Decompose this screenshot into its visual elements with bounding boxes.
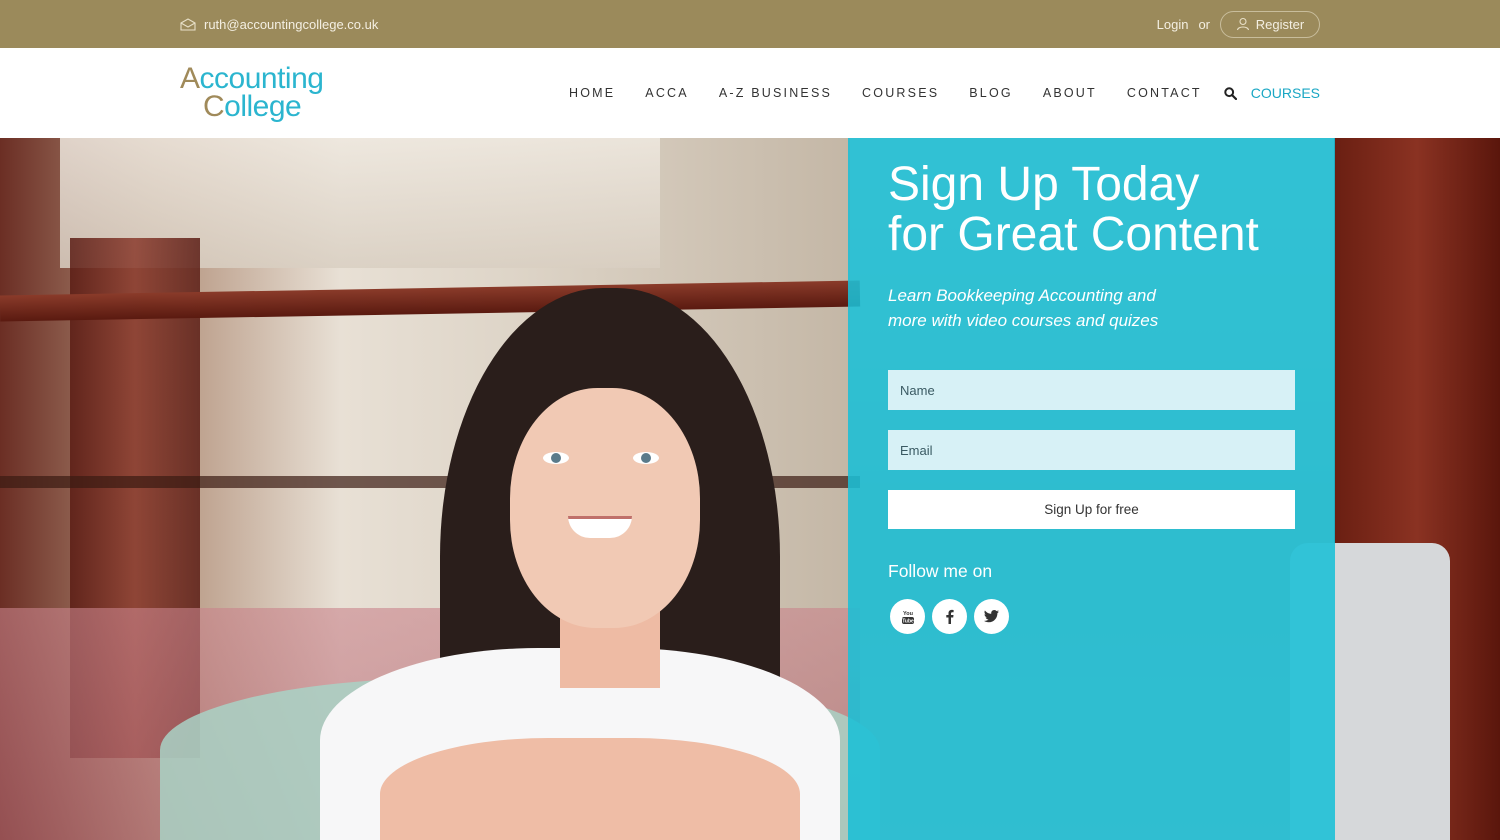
register-label: Register (1255, 16, 1305, 32)
nav-a-z-business[interactable]: A-Z BUSINESS (719, 86, 832, 100)
youtube-icon: You Tube (901, 611, 914, 624)
or-text: or (1198, 16, 1210, 32)
email-text: ruth@accountingcollege.co.uk (204, 16, 379, 32)
signup-title: Sign Up Today for Great Content (888, 158, 1259, 261)
nav-contact[interactable]: CONTACT (1127, 86, 1202, 100)
nav-acca[interactable]: ACCA (645, 86, 689, 100)
name-input[interactable] (888, 370, 1295, 410)
search-icon (1224, 86, 1237, 100)
nav-courses[interactable]: COURSES (862, 86, 939, 100)
svg-text:Tube: Tube (902, 618, 914, 624)
register-button[interactable]: Register (1220, 10, 1320, 38)
social-links: You Tube (890, 599, 1016, 634)
twitter-link[interactable] (974, 599, 1009, 634)
search-button[interactable] (1224, 86, 1237, 100)
nav-blog[interactable]: BLOG (969, 86, 1013, 100)
site-logo[interactable]: Accounting College (180, 62, 340, 128)
top-bar: ruth@accountingcollege.co.uk Login or Re… (0, 0, 1500, 48)
contact-email[interactable]: ruth@accountingcollege.co.uk (180, 0, 378, 48)
facebook-link[interactable] (932, 599, 967, 634)
user-icon (1236, 17, 1249, 31)
logo-line2: College (203, 90, 302, 123)
envelope-icon (180, 17, 196, 31)
follow-heading: Follow me on (888, 561, 993, 581)
login-link[interactable]: Login (1157, 17, 1189, 32)
logo-line2-text: ollege (224, 90, 302, 123)
email-input[interactable] (888, 430, 1295, 470)
signup-button[interactable]: Sign Up for free (888, 490, 1295, 529)
facebook-icon (946, 609, 954, 624)
signup-subtitle: Learn Bookkeeping Accounting and more wi… (888, 286, 1159, 330)
nav-home[interactable]: HOME (569, 86, 615, 100)
courses-cta-link[interactable]: COURSES (1251, 85, 1320, 101)
nav-about[interactable]: ABOUT (1043, 86, 1097, 100)
svg-text:You: You (903, 611, 913, 617)
twitter-icon (984, 610, 999, 623)
youtube-link[interactable]: You Tube (890, 599, 925, 634)
main-nav: HOME ACCA A-Z BUSINESS COURSES BLOG ABOU… (539, 48, 1320, 138)
site-header: Accounting College HOME ACCA A-Z BUSINES… (0, 48, 1500, 138)
signup-panel: Sign Up Today for Great Content Learn Bo… (848, 138, 1335, 840)
